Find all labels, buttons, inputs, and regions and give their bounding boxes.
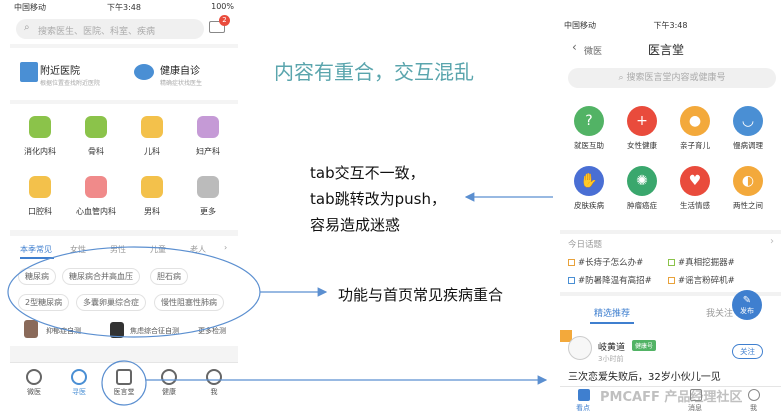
annotation-overlay <box>7 192 553 406</box>
highlight-circle <box>101 360 147 406</box>
watermark: PMCAFF 产品经理社区 <box>600 390 743 405</box>
highlight-ellipse <box>7 246 261 338</box>
